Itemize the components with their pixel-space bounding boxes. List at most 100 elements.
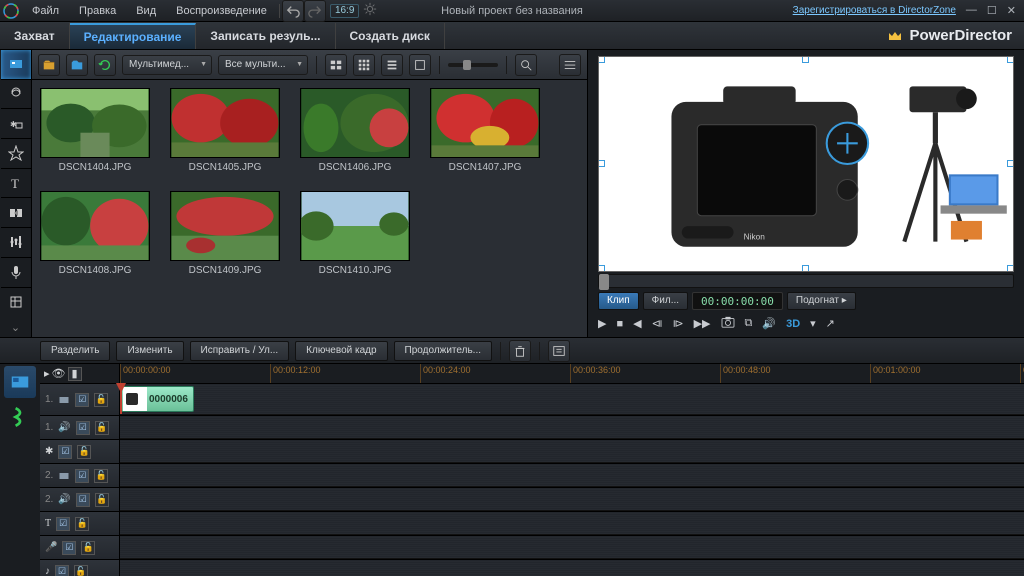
preview-fit-button[interactable]: Подогнат ▸ (787, 292, 856, 310)
room-particle[interactable] (1, 139, 31, 169)
preview-mode-clip[interactable]: Клип (598, 292, 639, 310)
split-button[interactable]: Разделить (40, 341, 110, 361)
track-lane[interactable] (120, 440, 1024, 463)
tab-edit[interactable]: Редактирование (70, 23, 197, 49)
minimize-button[interactable]: — (964, 4, 979, 17)
redo-button[interactable] (304, 0, 326, 22)
menu-playback[interactable]: Воспроизведение (166, 0, 277, 22)
room-media[interactable] (1, 50, 31, 80)
room-audio-mix[interactable] (1, 228, 31, 258)
dual-preview-button[interactable]: ⧉ (745, 317, 753, 330)
timeline-view-icon[interactable] (4, 366, 36, 398)
track-lane[interactable] (120, 560, 1024, 576)
library-sort-button[interactable] (409, 54, 431, 76)
refresh-button[interactable] (94, 54, 116, 76)
menu-file[interactable]: Файл (22, 0, 69, 22)
track-lock-toggle[interactable]: 🔓 (74, 565, 88, 576)
track-lane[interactable] (120, 488, 1024, 511)
menu-view[interactable]: Вид (126, 0, 166, 22)
volume-button[interactable]: 🔊 (762, 317, 776, 330)
aspect-ratio-selector[interactable]: 16:9 (330, 4, 359, 18)
media-item[interactable]: DSCN1404.JPG (40, 88, 150, 173)
media-item[interactable]: DSCN1407.JPG (430, 88, 540, 173)
rooms-more-icon[interactable]: ⌄ (11, 317, 20, 337)
track-enable-toggle[interactable]: ☑ (58, 445, 72, 459)
track-enable-toggle[interactable]: ☑ (76, 421, 90, 435)
room-voiceover[interactable] (1, 258, 31, 288)
settings-icon[interactable] (363, 2, 377, 19)
prev-frame-button[interactable]: ◀ (633, 317, 641, 330)
media-filter-dropdown[interactable]: Все мульти... (218, 55, 308, 75)
menu-edit[interactable]: Правка (69, 0, 126, 22)
stop-button[interactable]: ■ (616, 318, 623, 330)
media-item[interactable]: DSCN1409.JPG (170, 191, 280, 276)
room-pip[interactable]: ✱ (1, 109, 31, 139)
track-lane[interactable] (120, 416, 1024, 439)
room-transition[interactable] (1, 198, 31, 228)
next-frame-button[interactable]: ▶▶ (694, 317, 711, 330)
tab-capture[interactable]: Захват (0, 23, 70, 49)
play-button[interactable]: ▶ (598, 317, 606, 330)
media-item[interactable]: DSCN1408.JPG (40, 191, 150, 276)
3d-button[interactable]: 3D (786, 318, 800, 330)
time-ruler[interactable]: 00:00:00:00 00:00:12:00 00:00:24:00 00:0… (120, 364, 1024, 384)
track-lane[interactable] (120, 464, 1024, 487)
register-link[interactable]: Зарегистрироваться в DirectorZone (793, 5, 964, 16)
tab-disc[interactable]: Создать диск (336, 23, 445, 49)
keyframe-button[interactable]: Ключевой кадр (295, 341, 387, 361)
preview-scrubber[interactable] (598, 274, 1014, 288)
fix-enhance-button[interactable]: Исправить / Ул... (190, 341, 290, 361)
playhead[interactable] (120, 384, 122, 414)
media-item[interactable]: DSCN1406.JPG (300, 88, 410, 173)
track-enable-toggle[interactable]: ☑ (55, 565, 69, 576)
close-button[interactable]: ✕ (1005, 4, 1018, 17)
media-category-dropdown[interactable]: Мультимед... (122, 55, 212, 75)
track-lock-toggle[interactable]: 🔓 (94, 393, 108, 407)
step-fwd-button[interactable]: ⧐ (673, 317, 684, 330)
media-item[interactable]: DSCN1410.JPG (300, 191, 410, 276)
library-list-button[interactable] (381, 54, 403, 76)
tab-produce[interactable]: Записать резуль... (196, 23, 335, 49)
preview-mode-movie[interactable]: Фил... (643, 292, 688, 310)
maximize-button[interactable]: ☐ (985, 4, 999, 17)
track-lane[interactable] (120, 536, 1024, 559)
track-lock-toggle[interactable]: 🔓 (94, 469, 108, 483)
import-folder-button[interactable] (66, 54, 88, 76)
modify-button[interactable]: Изменить (116, 341, 183, 361)
track-visibility-icon[interactable]: 👁 (52, 367, 66, 380)
preview-quality-dropdown[interactable]: ▾ (810, 317, 816, 330)
library-view-button[interactable] (325, 54, 347, 76)
track-lock-toggle[interactable]: 🔓 (95, 421, 109, 435)
track-enable-toggle[interactable]: ☑ (75, 469, 89, 483)
snapshot-button[interactable] (721, 316, 735, 331)
track-enable-toggle[interactable]: ☑ (62, 541, 76, 555)
track-enable-toggle[interactable]: ☑ (75, 393, 89, 407)
track-enable-toggle[interactable]: ☑ (76, 493, 90, 507)
storyboard-view-icon[interactable] (9, 404, 31, 430)
track-lock-toggle[interactable]: 🔓 (75, 517, 89, 531)
undo-button[interactable] (282, 0, 304, 22)
room-fx[interactable] (1, 80, 31, 110)
room-title[interactable]: T (1, 169, 31, 199)
track-enable-toggle[interactable]: ☑ (56, 517, 70, 531)
step-back-button[interactable]: ⧏ (652, 317, 663, 330)
track-lock-toggle[interactable]: 🔓 (77, 445, 91, 459)
library-grid-button[interactable] (353, 54, 375, 76)
track-lock-toggle[interactable]: 🔓 (81, 541, 95, 555)
timeline-clip[interactable]: 0000006 (120, 386, 194, 412)
library-menu-button[interactable] (559, 54, 581, 76)
more-tools-button[interactable] (548, 340, 570, 362)
undock-preview-button[interactable]: ↗ (826, 317, 835, 330)
track-marker-icon[interactable]: ▮ (68, 367, 82, 381)
duration-button[interactable]: Продолжитель... (394, 341, 492, 361)
media-item[interactable]: DSCN1405.JPG (170, 88, 280, 173)
delete-button[interactable] (509, 340, 531, 362)
thumb-size-slider[interactable] (448, 63, 498, 67)
preview-canvas[interactable]: Nikon (598, 56, 1014, 272)
track-collapse-icon[interactable]: ▸ (44, 367, 50, 380)
import-media-button[interactable] (38, 54, 60, 76)
track-lane[interactable]: 0000006 (120, 384, 1024, 415)
search-button[interactable] (515, 54, 537, 76)
track-lane[interactable] (120, 512, 1024, 535)
room-chapter[interactable] (1, 288, 31, 318)
